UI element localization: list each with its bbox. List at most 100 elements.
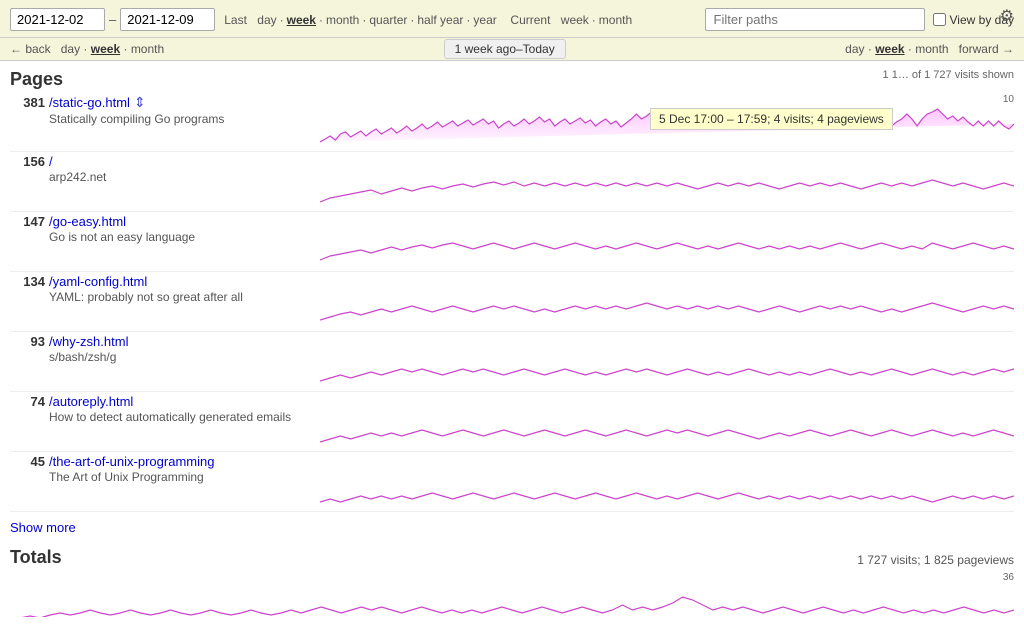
quick-year[interactable]: year	[473, 13, 496, 27]
sparkline-4	[320, 284, 1014, 329]
last-label: Last	[224, 13, 247, 27]
sparkline-7	[320, 464, 1014, 509]
nav-right: day · week · month forward →	[845, 42, 1014, 56]
table-row: 93 /why-zsh.html s/bash/zsh/g	[10, 334, 1014, 392]
nav-fwd-week[interactable]: week	[875, 42, 904, 56]
date-separator: –	[109, 12, 116, 27]
nav-fwd-day[interactable]: day	[845, 42, 864, 56]
nav-fwd-month[interactable]: month	[915, 42, 948, 56]
chart-area-7	[320, 454, 1014, 509]
nav-center: 1 week ago–Today	[164, 42, 845, 56]
table-row: 134 /yaml-config.html YAML: probably not…	[10, 274, 1014, 332]
quick-day[interactable]: day	[257, 13, 276, 27]
page-row-top-7: 45 /the-art-of-unix-programming	[10, 454, 312, 469]
chart-area-6	[320, 394, 1014, 449]
page-count-2: 156	[10, 154, 45, 169]
page-row-top-1: 381 /static-go.html ⇕	[10, 94, 312, 111]
top-bar: – Last day · week · month · quarter · ha…	[0, 0, 1024, 38]
page-link-2[interactable]: /	[49, 154, 53, 169]
page-desc-1: Statically compiling Go programs	[49, 112, 312, 126]
nav-back-week[interactable]: week	[91, 42, 120, 56]
nav-back-month[interactable]: month	[131, 42, 164, 56]
current-month[interactable]: month	[599, 13, 632, 27]
quick-links: Last day · week · month · quarter · half…	[223, 13, 632, 27]
quick-week[interactable]: week	[287, 13, 316, 27]
date-start-input[interactable]	[10, 8, 105, 31]
nav-back-day[interactable]: day	[61, 42, 80, 56]
page-count-3: 147	[10, 214, 45, 229]
quick-halfyear[interactable]: half year	[417, 13, 463, 27]
chart-area-1: 10	[320, 94, 1014, 149]
totals-chart	[10, 585, 1014, 617]
sparkline-6	[320, 404, 1014, 449]
date-end-input[interactable]	[120, 8, 215, 31]
pages-list: 381 /static-go.html ⇕ Statically compili…	[10, 94, 1014, 512]
sparkline-2	[320, 164, 1014, 209]
page-count-5: 93	[10, 334, 45, 349]
sep1	[251, 13, 254, 27]
view-by-day-checkbox[interactable]	[933, 13, 946, 26]
totals-title: Totals	[10, 547, 62, 568]
totals-max-label: 36	[10, 572, 1014, 583]
visits-shown: 1 1… of 1 727 visits shown	[883, 69, 1014, 81]
page-link-3[interactable]: /go-easy.html	[49, 214, 126, 229]
table-row: 74 /autoreply.html How to detect automat…	[10, 394, 1014, 452]
page-desc-3: Go is not an easy language	[49, 230, 312, 244]
chart-area-4	[320, 274, 1014, 329]
totals-section: Totals 1 727 visits; 1 825 pageviews 36	[10, 547, 1014, 617]
gear-icon[interactable]: ⚙	[1000, 6, 1014, 26]
page-row-top-3: 147 /go-easy.html	[10, 214, 312, 229]
page-desc-2: arp242.net	[49, 170, 312, 184]
chart-area-2	[320, 154, 1014, 209]
main-content: Pages 1 1… of 1 727 visits shown 5 Dec 1…	[0, 61, 1024, 617]
page-row-top-6: 74 /autoreply.html	[10, 394, 312, 409]
page-left-3: 147 /go-easy.html Go is not an easy lang…	[10, 214, 320, 244]
back-link[interactable]: ← back	[10, 42, 51, 56]
chart-area-3	[320, 214, 1014, 269]
page-row-top-2: 156 /	[10, 154, 312, 169]
page-count-7: 45	[10, 454, 45, 469]
period-badge: 1 week ago–Today	[444, 39, 566, 59]
sparkline-5	[320, 344, 1014, 389]
page-desc-4: YAML: probably not so great after all	[49, 290, 312, 304]
show-more-link[interactable]: Show more	[10, 520, 76, 535]
filter-paths-wrapper: View by day	[705, 8, 1014, 31]
page-left-4: 134 /yaml-config.html YAML: probably not…	[10, 274, 320, 304]
page-desc-5: s/bash/zsh/g	[49, 350, 312, 364]
current-week[interactable]: week	[561, 13, 589, 27]
pages-title: Pages	[10, 69, 63, 90]
totals-sparkline	[10, 585, 1014, 617]
quick-quarter[interactable]: quarter	[369, 13, 407, 27]
page-link-5[interactable]: /why-zsh.html	[49, 334, 128, 349]
page-count-6: 74	[10, 394, 45, 409]
sort-icon-1[interactable]: ⇕	[134, 94, 146, 111]
quick-month[interactable]: month	[326, 13, 359, 27]
filter-paths-input[interactable]	[705, 8, 925, 31]
table-row: 381 /static-go.html ⇕ Statically compili…	[10, 94, 1014, 152]
page-desc-6: How to detect automatically generated em…	[49, 410, 312, 424]
page-link-6[interactable]: /autoreply.html	[49, 394, 133, 409]
page-link-4[interactable]: /yaml-config.html	[49, 274, 147, 289]
nav-back: ← back day · week · month	[10, 42, 164, 56]
page-left-7: 45 /the-art-of-unix-programming The Art …	[10, 454, 320, 484]
nav-bar: ← back day · week · month 1 week ago–Tod…	[0, 38, 1024, 61]
table-row: 45 /the-art-of-unix-programming The Art …	[10, 454, 1014, 512]
table-row: 147 /go-easy.html Go is not an easy lang…	[10, 214, 1014, 272]
forward-link[interactable]: forward →	[959, 42, 1014, 56]
totals-stats: 1 727 visits; 1 825 pageviews	[857, 553, 1014, 567]
page-count-1: 381	[10, 95, 45, 110]
page-row-top-5: 93 /why-zsh.html	[10, 334, 312, 349]
page-desc-7: The Art of Unix Programming	[49, 470, 312, 484]
page-left-6: 74 /autoreply.html How to detect automat…	[10, 394, 320, 424]
pages-header: Pages 1 1… of 1 727 visits shown	[10, 69, 1014, 94]
page-left-5: 93 /why-zsh.html s/bash/zsh/g	[10, 334, 320, 364]
page-count-4: 134	[10, 274, 45, 289]
sparkline-3	[320, 224, 1014, 269]
page-row-top-4: 134 /yaml-config.html	[10, 274, 312, 289]
page-link-7[interactable]: /the-art-of-unix-programming	[49, 454, 214, 469]
date-range: –	[10, 8, 215, 31]
page-link-1[interactable]: /static-go.html	[49, 95, 130, 110]
sparkline-1	[320, 104, 1014, 149]
current-label: Current	[510, 13, 550, 27]
page-left-2: 156 / arp242.net	[10, 154, 320, 184]
